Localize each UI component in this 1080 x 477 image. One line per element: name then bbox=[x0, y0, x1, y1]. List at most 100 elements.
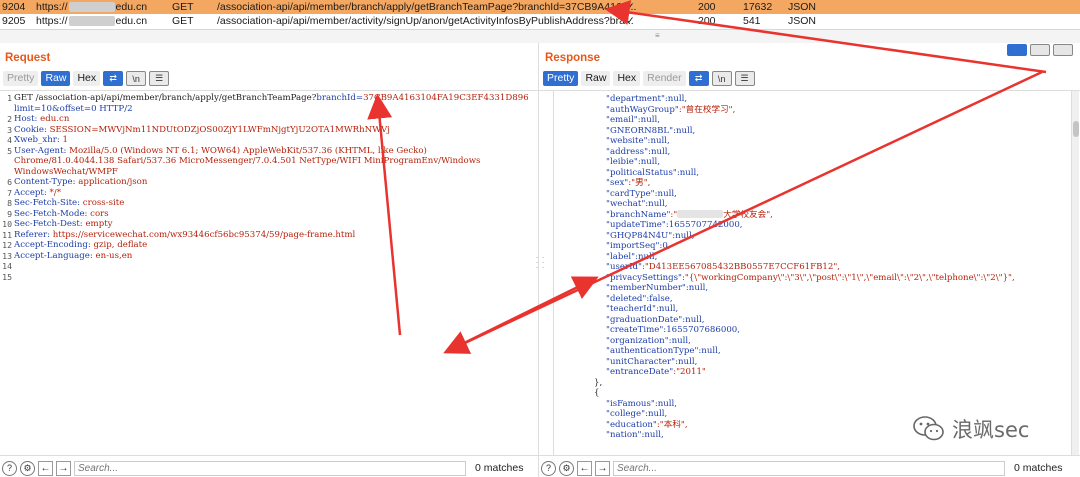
row-check: ✓ bbox=[626, 15, 635, 27]
drag-grip-icon[interactable]: ≡ bbox=[655, 31, 661, 40]
tab-hex[interactable]: Hex bbox=[73, 71, 101, 86]
history-row-selected[interactable]: 9204 https://edu.cn GET /association-api… bbox=[0, 0, 1080, 14]
resize-handle[interactable]: ··· bbox=[541, 255, 545, 272]
json-line: "unitCharacter":null, bbox=[594, 357, 1070, 368]
json-key: "cardType" bbox=[606, 188, 655, 199]
header-name: Content-Type: bbox=[14, 177, 79, 187]
help-icon[interactable]: ? bbox=[2, 460, 17, 476]
menu-icon[interactable]: ☰ bbox=[149, 71, 170, 86]
tabs-layout-icon[interactable] bbox=[1053, 44, 1073, 56]
json-line: "userId":"D413EE567085432BB0557E7CCF61FB… bbox=[594, 262, 1070, 273]
forward-icon[interactable]: → bbox=[595, 460, 610, 476]
search-input[interactable] bbox=[613, 460, 1005, 476]
line-numbers: 1 2 3 4 5 6 7 8 9 10 11 12 13 14 15 bbox=[0, 93, 12, 455]
json-line: "graduationDate":null, bbox=[594, 315, 1070, 326]
scrollbar[interactable] bbox=[1071, 91, 1079, 455]
json-value: :null, bbox=[637, 115, 660, 125]
row-mime: JSON bbox=[788, 1, 817, 13]
code-line: GET /association-api/api/member/branch/a… bbox=[14, 93, 528, 104]
json-value: :null, bbox=[656, 304, 679, 314]
forward-icon[interactable]: → bbox=[56, 460, 71, 476]
gutter-divider bbox=[553, 90, 554, 456]
json-key: "authenticationType" bbox=[606, 346, 699, 356]
line-number: 1 bbox=[7, 93, 12, 103]
tab-render[interactable]: Render bbox=[643, 71, 686, 86]
history-row[interactable]: 9205 https://edu.cn GET /association-api… bbox=[0, 14, 1080, 28]
code-token: =10& bbox=[33, 103, 60, 114]
row-check: ✓ bbox=[626, 1, 635, 13]
stacked-layout-icon[interactable] bbox=[1030, 44, 1050, 56]
code-line: User-Agent: Mozilla/5.0 (Windows NT 6.1;… bbox=[14, 146, 528, 157]
gear-icon[interactable]: ⚙ bbox=[559, 460, 574, 476]
tab-pretty[interactable]: Pretty bbox=[543, 71, 579, 86]
layout-toggle bbox=[1007, 44, 1073, 56]
wrap-icon[interactable]: ⇄ bbox=[688, 71, 709, 86]
line-number bbox=[0, 167, 12, 178]
json-line: "department":null, bbox=[594, 94, 1070, 105]
header-name: Accept: bbox=[14, 187, 50, 198]
tab-raw[interactable]: Raw bbox=[581, 71, 611, 86]
json-line: "authenticationType":null, bbox=[594, 346, 1070, 357]
code-line: WindowsWechat/WMPF bbox=[14, 167, 528, 178]
header-value: cors bbox=[90, 208, 109, 219]
json-line: "memberNumber":null, bbox=[594, 283, 1070, 294]
gear-icon[interactable]: ⚙ bbox=[20, 460, 35, 476]
json-value: :"曾在校学习", bbox=[678, 104, 736, 115]
menu-icon[interactable]: ☰ bbox=[734, 71, 755, 86]
header-name: Sec-Fetch-Mode: bbox=[14, 208, 91, 219]
header-name: Host: bbox=[14, 114, 41, 124]
newline-icon[interactable]: \n bbox=[711, 71, 732, 86]
search-input[interactable] bbox=[74, 460, 466, 476]
json-key: "userId" bbox=[606, 262, 642, 272]
help-icon[interactable]: ? bbox=[541, 460, 556, 476]
json-key: "college" bbox=[606, 409, 646, 419]
line-number: 10 bbox=[2, 219, 12, 229]
header-value: en-us,en bbox=[95, 250, 133, 261]
split-divider[interactable] bbox=[0, 29, 1080, 43]
code-line: Content-Type: application/json bbox=[14, 177, 528, 188]
side-by-side-layout-icon[interactable] bbox=[1007, 44, 1027, 56]
line-number bbox=[0, 156, 12, 167]
json-value: :null, bbox=[676, 167, 700, 178]
wrap-icon[interactable]: ⇄ bbox=[103, 71, 124, 86]
json-value: :null, bbox=[648, 146, 671, 157]
code-line: Sec-Fetch-Site: cross-site bbox=[14, 198, 528, 209]
json-value: :false, bbox=[646, 293, 673, 304]
response-editor[interactable]: · · · "department":null, "authWayGroup":"曾在… bbox=[539, 90, 1080, 456]
header-value: edu.cn bbox=[40, 114, 70, 124]
row-method: GET bbox=[172, 1, 194, 13]
line-number: 13 bbox=[2, 250, 12, 261]
row-host: https://edu.cn bbox=[36, 15, 148, 27]
json-key: "email" bbox=[606, 115, 638, 125]
code-token: branchId bbox=[316, 93, 356, 103]
json-value: :null, bbox=[673, 125, 696, 136]
back-icon[interactable]: ← bbox=[577, 460, 592, 476]
tab-pretty[interactable]: Pretty bbox=[3, 71, 39, 86]
json-line: "email":null, bbox=[594, 115, 1070, 126]
json-line: "importSeq":0, bbox=[594, 241, 1070, 252]
line-number: 15 bbox=[2, 271, 12, 282]
tab-hex[interactable]: Hex bbox=[613, 71, 641, 86]
json-value: 大学校友会", bbox=[723, 209, 773, 220]
json-line: "leibie":null, bbox=[594, 157, 1070, 168]
tab-raw[interactable]: Raw bbox=[41, 71, 71, 86]
json-value: :"2011" bbox=[673, 367, 706, 377]
newline-icon[interactable]: \n bbox=[126, 71, 147, 86]
response-footer: ? ⚙ ← → 0 matches bbox=[541, 459, 1079, 477]
json-key: "updateTime" bbox=[606, 220, 666, 230]
header-value: cross-site bbox=[82, 198, 125, 208]
code-line: Accept-Language: en-us,en bbox=[14, 251, 528, 262]
json-line: "updateTime":1655707742000, bbox=[594, 220, 1070, 231]
line-number bbox=[0, 104, 12, 115]
header-name: Accept-Encoding: bbox=[14, 240, 94, 250]
json-line: "isFamous":null, bbox=[594, 399, 1070, 410]
json-line: "authWayGroup":"曾在校学习", bbox=[594, 105, 1070, 116]
line-number: 11 bbox=[2, 229, 12, 240]
code-token: = bbox=[355, 93, 364, 103]
json-key: "isFamous" bbox=[606, 398, 655, 409]
scrollbar-thumb[interactable] bbox=[1073, 121, 1079, 137]
back-icon[interactable]: ← bbox=[38, 460, 53, 476]
row-length: 541 bbox=[743, 15, 761, 27]
header-name: Sec-Fetch-Site: bbox=[14, 198, 83, 208]
request-editor[interactable]: 1 2 3 4 5 6 7 8 9 10 11 12 13 14 15 GET /association-a… bbox=[0, 90, 538, 456]
